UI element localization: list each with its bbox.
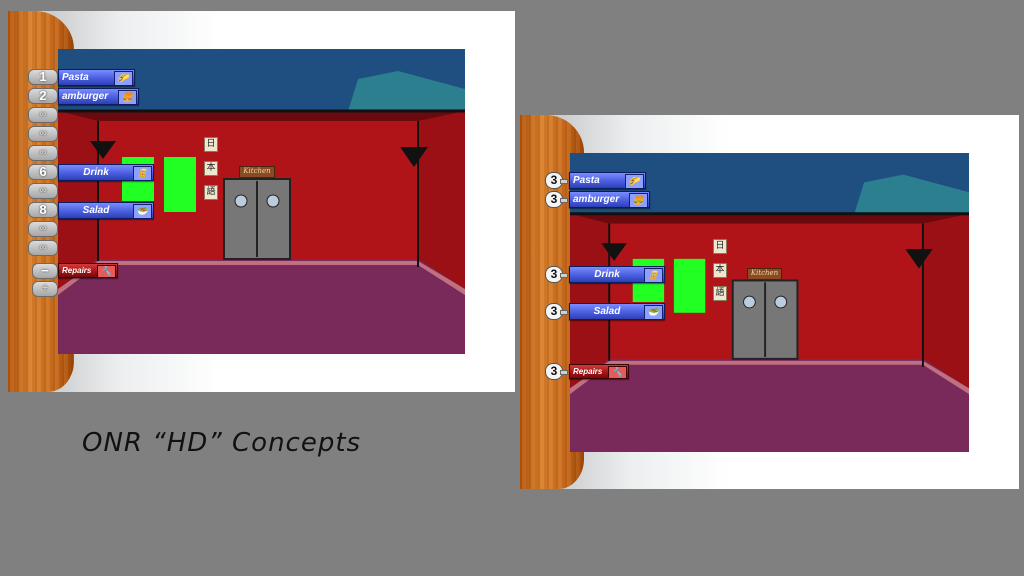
concept-panel-numbered: Kitchen 日 本 語 1 2 ∞ ∞ ∞ 6 ∞ 8 ∞ ∞ − + Pa… bbox=[8, 11, 515, 392]
hotkey-4-icon[interactable]: ∞ bbox=[28, 126, 58, 142]
burger-icon: 🍔 bbox=[629, 193, 648, 207]
menu-button-drink[interactable]: Drink 🥫 bbox=[58, 164, 154, 181]
count-badge-salad: 3 bbox=[545, 303, 568, 320]
kanji-tile-3: 語 bbox=[713, 286, 727, 301]
hotkey-1[interactable]: 1 bbox=[28, 69, 58, 85]
hotkey-5-icon[interactable]: ∞ bbox=[28, 145, 58, 161]
menu-label: Drink bbox=[83, 167, 109, 178]
kanji-tile-1: 日 bbox=[713, 239, 727, 254]
menu-button-pasta[interactable]: Pasta 🌮 bbox=[569, 172, 646, 189]
salad-bowl-icon: 🥗 bbox=[133, 204, 152, 218]
count-badge-hamburger: 3 bbox=[545, 191, 568, 208]
hotkey-0-icon[interactable]: ∞ bbox=[28, 240, 58, 256]
menu-label: Salad bbox=[82, 205, 110, 216]
salad-bowl-icon: 🥗 bbox=[644, 305, 663, 319]
kanji-tile-3: 語 bbox=[204, 185, 218, 200]
menu-button-pasta[interactable]: Pasta 🌮 bbox=[58, 69, 135, 86]
soda-can-icon: 🥫 bbox=[133, 166, 152, 180]
menu-label: Repairs bbox=[573, 367, 603, 376]
kanji-tile-1: 日 bbox=[204, 137, 218, 152]
menu-button-repairs[interactable]: Repairs 🔧 bbox=[569, 364, 629, 379]
burger-icon: 🍔 bbox=[118, 90, 137, 104]
menu-label: Salad bbox=[593, 306, 621, 317]
hotkey-7-icon[interactable]: ∞ bbox=[28, 183, 58, 199]
menu-label: amburger bbox=[62, 91, 109, 102]
soda-can-icon: 🥫 bbox=[644, 268, 663, 282]
kanji-tile-2: 本 bbox=[204, 161, 218, 176]
menu-label: amburger bbox=[573, 194, 620, 205]
menu-label: Drink bbox=[594, 269, 620, 280]
menu-button-salad[interactable]: Salad 🥗 bbox=[569, 303, 665, 320]
kanji-tile-2: 本 bbox=[713, 263, 727, 278]
count-badge-repairs: 3 bbox=[545, 363, 568, 380]
menu-label: Pasta bbox=[62, 72, 89, 83]
wrench-icon: 🔧 bbox=[608, 366, 627, 378]
count-badge-pasta: 3 bbox=[545, 172, 568, 189]
menu-label: Repairs bbox=[62, 266, 92, 275]
menu-button-salad[interactable]: Salad 🥗 bbox=[58, 202, 154, 219]
hotkey-2[interactable]: 2 bbox=[28, 88, 58, 104]
wrench-icon: 🔧 bbox=[97, 265, 116, 277]
hotkey-8[interactable]: 8 bbox=[28, 202, 58, 218]
hotkey-plus-icon[interactable]: + bbox=[32, 281, 58, 297]
concept-panel-badges: Kitchen 日 本 語 3 3 3 3 3 Pasta 🌮 amburger… bbox=[520, 115, 1019, 489]
menu-button-drink[interactable]: Drink 🥫 bbox=[569, 266, 665, 283]
taco-icon: 🌮 bbox=[625, 174, 644, 188]
hotkey-9-icon[interactable]: ∞ bbox=[28, 221, 58, 237]
taco-icon: 🌮 bbox=[114, 71, 133, 85]
slide-caption: ONR “HD” Concepts bbox=[82, 428, 362, 458]
kitchen-door-sign: Kitchen bbox=[239, 166, 275, 178]
menu-label: Pasta bbox=[573, 175, 600, 186]
kitchen-door-sign: Kitchen bbox=[747, 268, 782, 280]
hotkey-6[interactable]: 6 bbox=[28, 164, 58, 180]
hotkey-3-icon[interactable]: ∞ bbox=[28, 107, 58, 123]
menu-button-hamburger[interactable]: amburger 🍔 bbox=[58, 88, 139, 105]
menu-button-hamburger[interactable]: amburger 🍔 bbox=[569, 191, 650, 208]
count-badge-drink: 3 bbox=[545, 266, 568, 283]
hotkey-minus[interactable]: − bbox=[32, 263, 58, 279]
menu-button-repairs[interactable]: Repairs 🔧 bbox=[58, 263, 118, 278]
